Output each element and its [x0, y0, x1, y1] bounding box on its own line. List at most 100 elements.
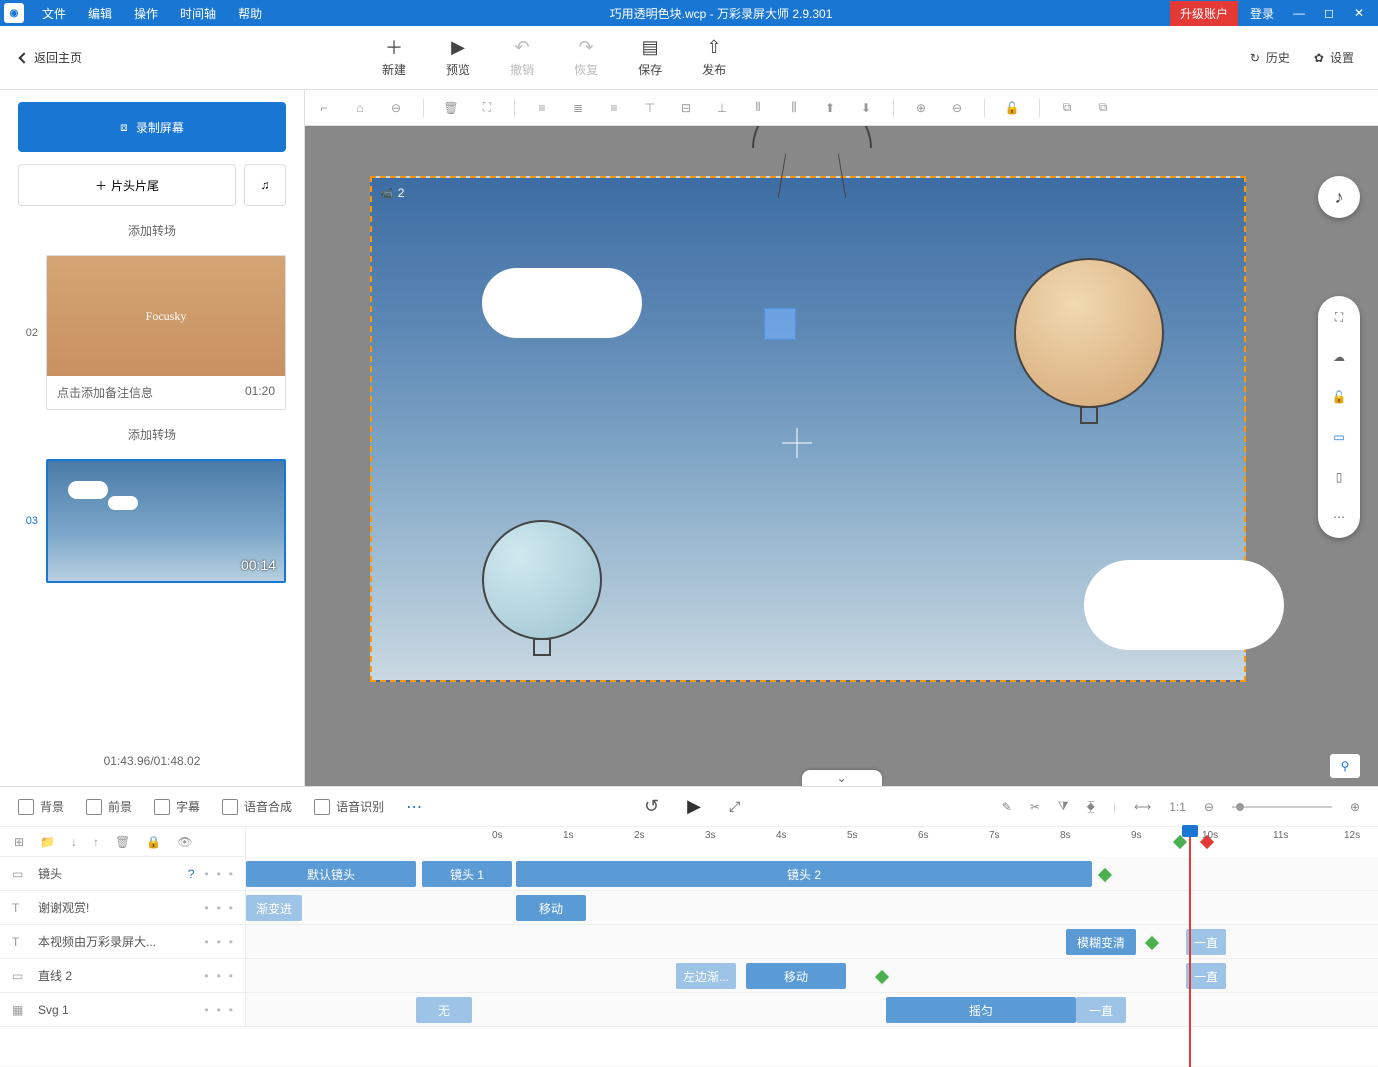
canvas-frame[interactable]: 📹 2	[370, 176, 1246, 682]
intro-outro-button[interactable]: ＋ 片头片尾	[18, 164, 236, 206]
timeline-clip[interactable]: 模糊变清	[1066, 929, 1136, 955]
tool-新建[interactable]: ＋新建	[382, 37, 406, 78]
folder-icon[interactable]: 📁	[40, 835, 55, 849]
tab-subtitle[interactable]: 字幕	[154, 798, 200, 815]
more-icon[interactable]: ⋯	[1330, 508, 1348, 526]
trash-icon[interactable]: 🗑	[442, 99, 460, 117]
paste-icon[interactable]: ⧉	[1094, 99, 1112, 117]
timeline-clip[interactable]: 一直	[1186, 963, 1226, 989]
lock-icon[interactable]: 🔓	[1003, 99, 1021, 117]
track-lane[interactable]: 无摇匀一直	[246, 993, 1378, 1026]
unlock-icon[interactable]: 🔓	[1330, 388, 1348, 406]
down-icon[interactable]: ↓	[71, 835, 77, 849]
tool-撤销[interactable]: ↶撤销	[510, 37, 534, 78]
track-head[interactable]: T本视频由万彩录屏大...•••	[0, 925, 246, 958]
track-head[interactable]: ▦Svg 1•••	[0, 993, 246, 1026]
collapse-toggle[interactable]: ⌄	[802, 770, 882, 786]
fit-icon[interactable]: ⟷	[1134, 800, 1151, 814]
zoom-out-tl-icon[interactable]: ⊖	[1204, 800, 1214, 814]
record-screen-button[interactable]: ⧈ 录制屏幕	[18, 102, 286, 152]
align-bot-icon[interactable]: ⊥	[713, 99, 731, 117]
add-track-icon[interactable]: ⊞	[14, 835, 24, 849]
track-head[interactable]: ▭镜头?•••	[0, 857, 246, 890]
align-center-icon[interactable]: ≣	[569, 99, 587, 117]
menu-edit[interactable]: 编辑	[78, 1, 122, 26]
selection-box[interactable]	[764, 308, 796, 340]
back-home-button[interactable]: 返回主页	[0, 49, 102, 66]
zoom-slider[interactable]	[1232, 806, 1332, 808]
keyframe-diamond[interactable]	[874, 969, 891, 986]
help-icon[interactable]: ?	[188, 867, 195, 881]
track-lane[interactable]: 模糊变清 一直	[246, 925, 1378, 958]
track-lane[interactable]: 渐变进 移动	[246, 891, 1378, 924]
crop-icon[interactable]: ⛶	[478, 99, 496, 117]
zoom-in-tl-icon[interactable]: ⊕	[1350, 800, 1360, 814]
zoom-in-icon[interactable]: ⊕	[912, 99, 930, 117]
menu-help[interactable]: 帮助	[228, 1, 272, 26]
up-icon[interactable]: ↑	[93, 835, 99, 849]
track-dots[interactable]: •••	[204, 867, 233, 881]
timeline-clip[interactable]: 移动	[516, 895, 586, 921]
tab-more-button[interactable]: ⋯	[406, 797, 422, 817]
transition-label-2[interactable]: 添加转场	[18, 422, 286, 447]
rewind-icon[interactable]: ↺	[644, 796, 659, 817]
timeline-clip[interactable]: 一直	[1186, 929, 1226, 955]
tool-保存[interactable]: ▤保存	[638, 37, 662, 78]
keyframe-marker[interactable]	[1173, 835, 1187, 849]
ratio-icon[interactable]: 1:1	[1169, 800, 1186, 814]
tool-预览[interactable]: ▶预览	[446, 37, 470, 78]
timeline-clip[interactable]: 镜头 2	[516, 861, 1092, 887]
tab-asr[interactable]: 语音识别	[314, 798, 384, 815]
playhead[interactable]	[1189, 827, 1191, 1067]
tool-恢复[interactable]: ↷恢复	[574, 37, 598, 78]
track-dots[interactable]: •••	[204, 901, 233, 915]
timeline-clip[interactable]: 左边渐...	[676, 963, 736, 989]
timeline-clip[interactable]: 摇匀	[886, 997, 1076, 1023]
copy-icon[interactable]: ⧉	[1058, 99, 1076, 117]
align-top-icon[interactable]: ⊤	[641, 99, 659, 117]
menu-timeline[interactable]: 时间轴	[170, 1, 226, 26]
circle-icon[interactable]: ⊖	[387, 99, 405, 117]
track-dots[interactable]: •••	[204, 935, 233, 949]
magnet-icon[interactable]: ⧱	[1087, 799, 1095, 814]
timeline-clip[interactable]: 镜头 1	[422, 861, 512, 887]
tab-tts[interactable]: 语音合成	[222, 798, 292, 815]
track-lane[interactable]: 默认镜头镜头 1镜头 2	[246, 857, 1378, 890]
align-mid-icon[interactable]: ⊟	[677, 99, 695, 117]
transition-label[interactable]: 添加转场	[18, 218, 286, 243]
dist-h-icon[interactable]: ⫴	[749, 99, 767, 117]
scene-thumb-02[interactable]: 02 Focusky 点击添加备注信息 01:20	[18, 255, 286, 410]
tool-历史[interactable]: ↻历史	[1250, 49, 1290, 66]
timeline-clip[interactable]: 渐变进	[246, 895, 302, 921]
keyframe-diamond[interactable]	[1097, 867, 1114, 884]
tool-发布[interactable]: ⇧发布	[702, 37, 726, 78]
timeline-clip[interactable]: 无	[416, 997, 472, 1023]
upgrade-button[interactable]: 升级账户	[1170, 1, 1238, 26]
layer-up-icon[interactable]: ⬆	[821, 99, 839, 117]
cut-icon[interactable]: ✂	[1030, 800, 1040, 814]
music-button[interactable]: ♫	[244, 164, 286, 206]
cloud-graphic[interactable]	[482, 268, 642, 338]
lock-track-icon[interactable]: 🔒	[146, 835, 161, 849]
align-right-icon[interactable]: ≡	[605, 99, 623, 117]
menu-file[interactable]: 文件	[32, 1, 76, 26]
monitor-icon[interactable]: ▭	[1330, 428, 1348, 446]
ruler-icon[interactable]: ⌐	[315, 99, 333, 117]
tool-设置[interactable]: ✿设置	[1314, 49, 1354, 66]
timeline-clip[interactable]: 移动	[746, 963, 846, 989]
align-left-icon[interactable]: ≡	[533, 99, 551, 117]
layer-down-icon[interactable]: ⬇	[857, 99, 875, 117]
thumb-note[interactable]: 点击添加备注信息	[57, 384, 153, 401]
fullscreen-icon[interactable]: ⛶	[1330, 308, 1348, 326]
close-icon[interactable]: ✕	[1344, 2, 1374, 24]
scene-thumb-03[interactable]: 03 00:14	[18, 459, 286, 583]
play-icon[interactable]: ▶	[687, 796, 701, 817]
tab-background[interactable]: 背景	[18, 798, 64, 815]
maximize-icon[interactable]: ◻	[1314, 2, 1344, 24]
login-button[interactable]: 登录	[1240, 1, 1284, 26]
location-pin-icon[interactable]: ⚲	[1330, 754, 1360, 778]
balloon-top-graphic[interactable]	[752, 126, 872, 188]
canvas-stage[interactable]: 📹 2 ♪ ⛶ ☁ 🔓 ▭ ▯ ⋯ ⚲ ⌄	[305, 126, 1378, 786]
keyframe-diamond[interactable]	[1144, 935, 1161, 952]
audio-fab-button[interactable]: ♪	[1318, 176, 1360, 218]
